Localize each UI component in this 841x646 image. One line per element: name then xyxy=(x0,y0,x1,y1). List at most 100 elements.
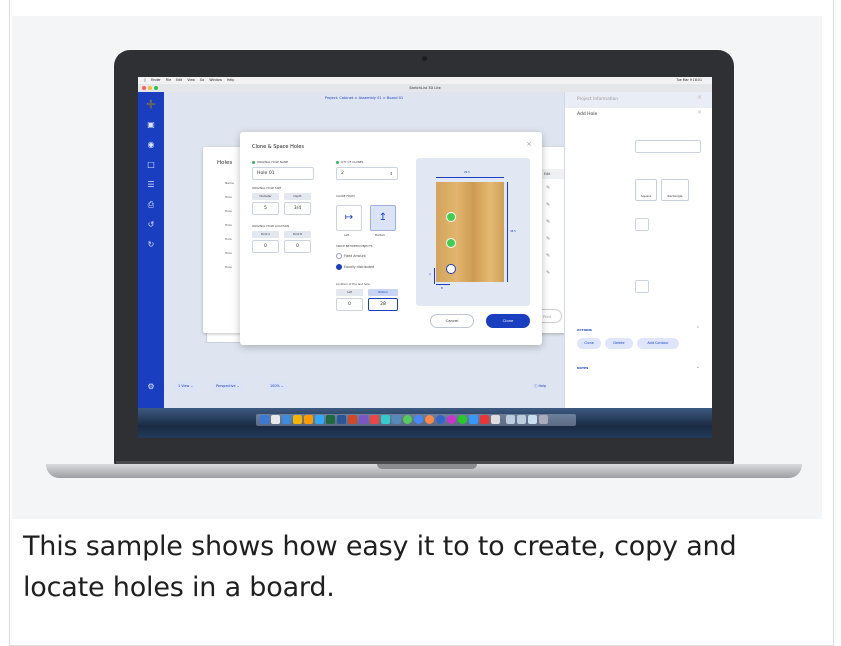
clone-button[interactable]: Clone xyxy=(486,314,530,328)
cancel-button[interactable]: Cancel xyxy=(430,314,474,328)
trash-icon[interactable] xyxy=(539,415,548,424)
folder-icon[interactable] xyxy=(517,415,526,424)
chevron-up-icon[interactable]: ⌃ xyxy=(696,326,700,332)
edit-icon[interactable]: ✎ xyxy=(546,236,550,242)
cloned-hole[interactable] xyxy=(446,238,456,248)
save-icon[interactable]: ▣ xyxy=(146,120,156,130)
close-icon[interactable]: × xyxy=(697,94,702,101)
shape-rectangle[interactable]: Rectangle xyxy=(661,179,689,201)
minimize-window-icon[interactable] xyxy=(148,86,152,90)
view-dropdown[interactable]: 1 View ⌄ xyxy=(174,381,198,391)
list-item[interactable]: Hole xyxy=(225,237,232,241)
app-icon[interactable] xyxy=(370,415,379,424)
close-window-icon[interactable] xyxy=(142,86,146,90)
settings-gear-icon[interactable]: ⚙ xyxy=(146,382,156,392)
camera-tool-icon[interactable]: ◉ xyxy=(146,140,156,150)
app-icon[interactable] xyxy=(491,415,500,424)
depth-tab[interactable]: Depth xyxy=(284,193,311,200)
close-icon[interactable]: × xyxy=(697,109,702,116)
depth-field[interactable]: 3/4 xyxy=(284,202,311,215)
chevron-down-icon[interactable]: ⌄ xyxy=(696,364,700,370)
last-left-tab[interactable]: Left xyxy=(336,289,363,296)
menu-go[interactable]: Go xyxy=(200,78,204,82)
last-bottom-field[interactable]: 28 xyxy=(368,298,398,311)
prop-field[interactable] xyxy=(635,280,649,293)
clone-left-button[interactable]: ↦ xyxy=(336,205,362,231)
point-b-field[interactable]: 0 xyxy=(284,240,311,253)
edit-icon[interactable]: ✎ xyxy=(546,185,550,191)
app-icon[interactable] xyxy=(381,415,390,424)
menu-file[interactable]: File xyxy=(166,78,171,82)
redo-icon[interactable]: ↻ xyxy=(146,240,156,250)
point-a-field[interactable]: 0 xyxy=(252,240,279,253)
fixed-amount-radio[interactable]: Fixed Amount xyxy=(336,252,366,260)
hole-name-field[interactable]: Hole 01 xyxy=(252,167,314,180)
print-icon[interactable]: ⎙ xyxy=(146,200,156,210)
zoom-dropdown[interactable]: 100% ⌄ xyxy=(266,381,288,391)
menu-view[interactable]: View xyxy=(187,78,195,82)
perspective-dropdown[interactable]: Perspective ⌄ xyxy=(212,381,244,391)
excel-icon[interactable] xyxy=(326,415,335,424)
hole-name-field[interactable] xyxy=(635,140,701,153)
word-icon[interactable] xyxy=(337,415,346,424)
app-icon[interactable] xyxy=(436,415,445,424)
menu-window[interactable]: Window xyxy=(209,78,222,82)
diameter-tab[interactable]: Diameter xyxy=(252,193,279,200)
list-item[interactable]: Hole xyxy=(225,209,232,213)
document-icon[interactable]: □ xyxy=(146,160,156,170)
stepper-icon[interactable]: ⇕ xyxy=(390,168,393,179)
prop-field[interactable] xyxy=(635,218,649,231)
close-icon[interactable]: × xyxy=(526,140,532,148)
app-icon[interactable] xyxy=(359,415,368,424)
finder-icon[interactable] xyxy=(260,415,269,424)
apple-icon[interactable]:  xyxy=(144,78,146,82)
point-b-tab[interactable]: Point B xyxy=(284,231,311,238)
edit-icon[interactable]: ✎ xyxy=(546,219,550,225)
folder-icon[interactable] xyxy=(528,415,537,424)
cloned-hole[interactable] xyxy=(446,212,456,222)
menu-edit[interactable]: Edit xyxy=(176,78,182,82)
help-link[interactable]: ⓘ Help xyxy=(534,382,546,390)
app-icon[interactable] xyxy=(480,415,489,424)
add-contour-button[interactable]: Add Contour xyxy=(637,338,679,349)
folder-icon[interactable] xyxy=(506,415,515,424)
app-icon[interactable] xyxy=(469,415,478,424)
last-bottom-tab[interactable]: Bottom xyxy=(368,289,398,296)
list-item[interactable]: Hole xyxy=(225,195,232,199)
safari-icon[interactable] xyxy=(282,415,291,424)
delete-action-button[interactable]: Delete xyxy=(605,338,633,349)
app-icon[interactable] xyxy=(392,415,401,424)
last-left-field[interactable]: 0 xyxy=(336,298,363,311)
clone-bottom-button[interactable]: ↥ xyxy=(370,205,396,231)
app-icon[interactable] xyxy=(425,415,434,424)
point-a-tab[interactable]: Point A xyxy=(252,231,279,238)
app-icon[interactable] xyxy=(414,415,423,424)
clones-quantity-stepper[interactable]: 2 ⇕ xyxy=(336,167,398,180)
clone-action-button[interactable]: Clone xyxy=(577,338,601,349)
original-hole[interactable] xyxy=(446,264,456,274)
breadcrumb[interactable]: Project: Cabinet > Assembly 01 > Board 0… xyxy=(164,92,564,104)
menu-finder[interactable]: Finder xyxy=(151,78,161,82)
app-icon[interactable] xyxy=(458,415,467,424)
list-item[interactable]: Hole xyxy=(225,251,232,255)
photoshop-icon[interactable] xyxy=(315,415,324,424)
edit-icon[interactable]: ✎ xyxy=(546,202,550,208)
shape-square[interactable]: Square xyxy=(635,179,657,201)
launchpad-icon[interactable] xyxy=(271,415,280,424)
illustrator-icon[interactable] xyxy=(304,415,313,424)
chrome-icon[interactable] xyxy=(293,415,302,424)
list-item[interactable]: Hole xyxy=(225,265,232,269)
app-icon[interactable] xyxy=(447,415,456,424)
add-icon[interactable]: ➕ xyxy=(146,100,156,110)
undo-icon[interactable]: ↺ xyxy=(146,220,156,230)
edit-icon[interactable]: ✎ xyxy=(546,270,550,276)
app-icon[interactable] xyxy=(403,415,412,424)
diameter-field[interactable]: 5 xyxy=(252,202,279,215)
equally-distributed-radio[interactable]: Equally distributed xyxy=(336,263,374,271)
edit-icon[interactable]: ✎ xyxy=(546,253,550,259)
menu-help[interactable]: Help xyxy=(227,78,234,82)
zoom-window-icon[interactable] xyxy=(154,86,158,90)
list-item[interactable]: Hole xyxy=(225,223,232,227)
powerpoint-icon[interactable] xyxy=(348,415,357,424)
layers-icon[interactable]: ☰ xyxy=(146,180,156,190)
